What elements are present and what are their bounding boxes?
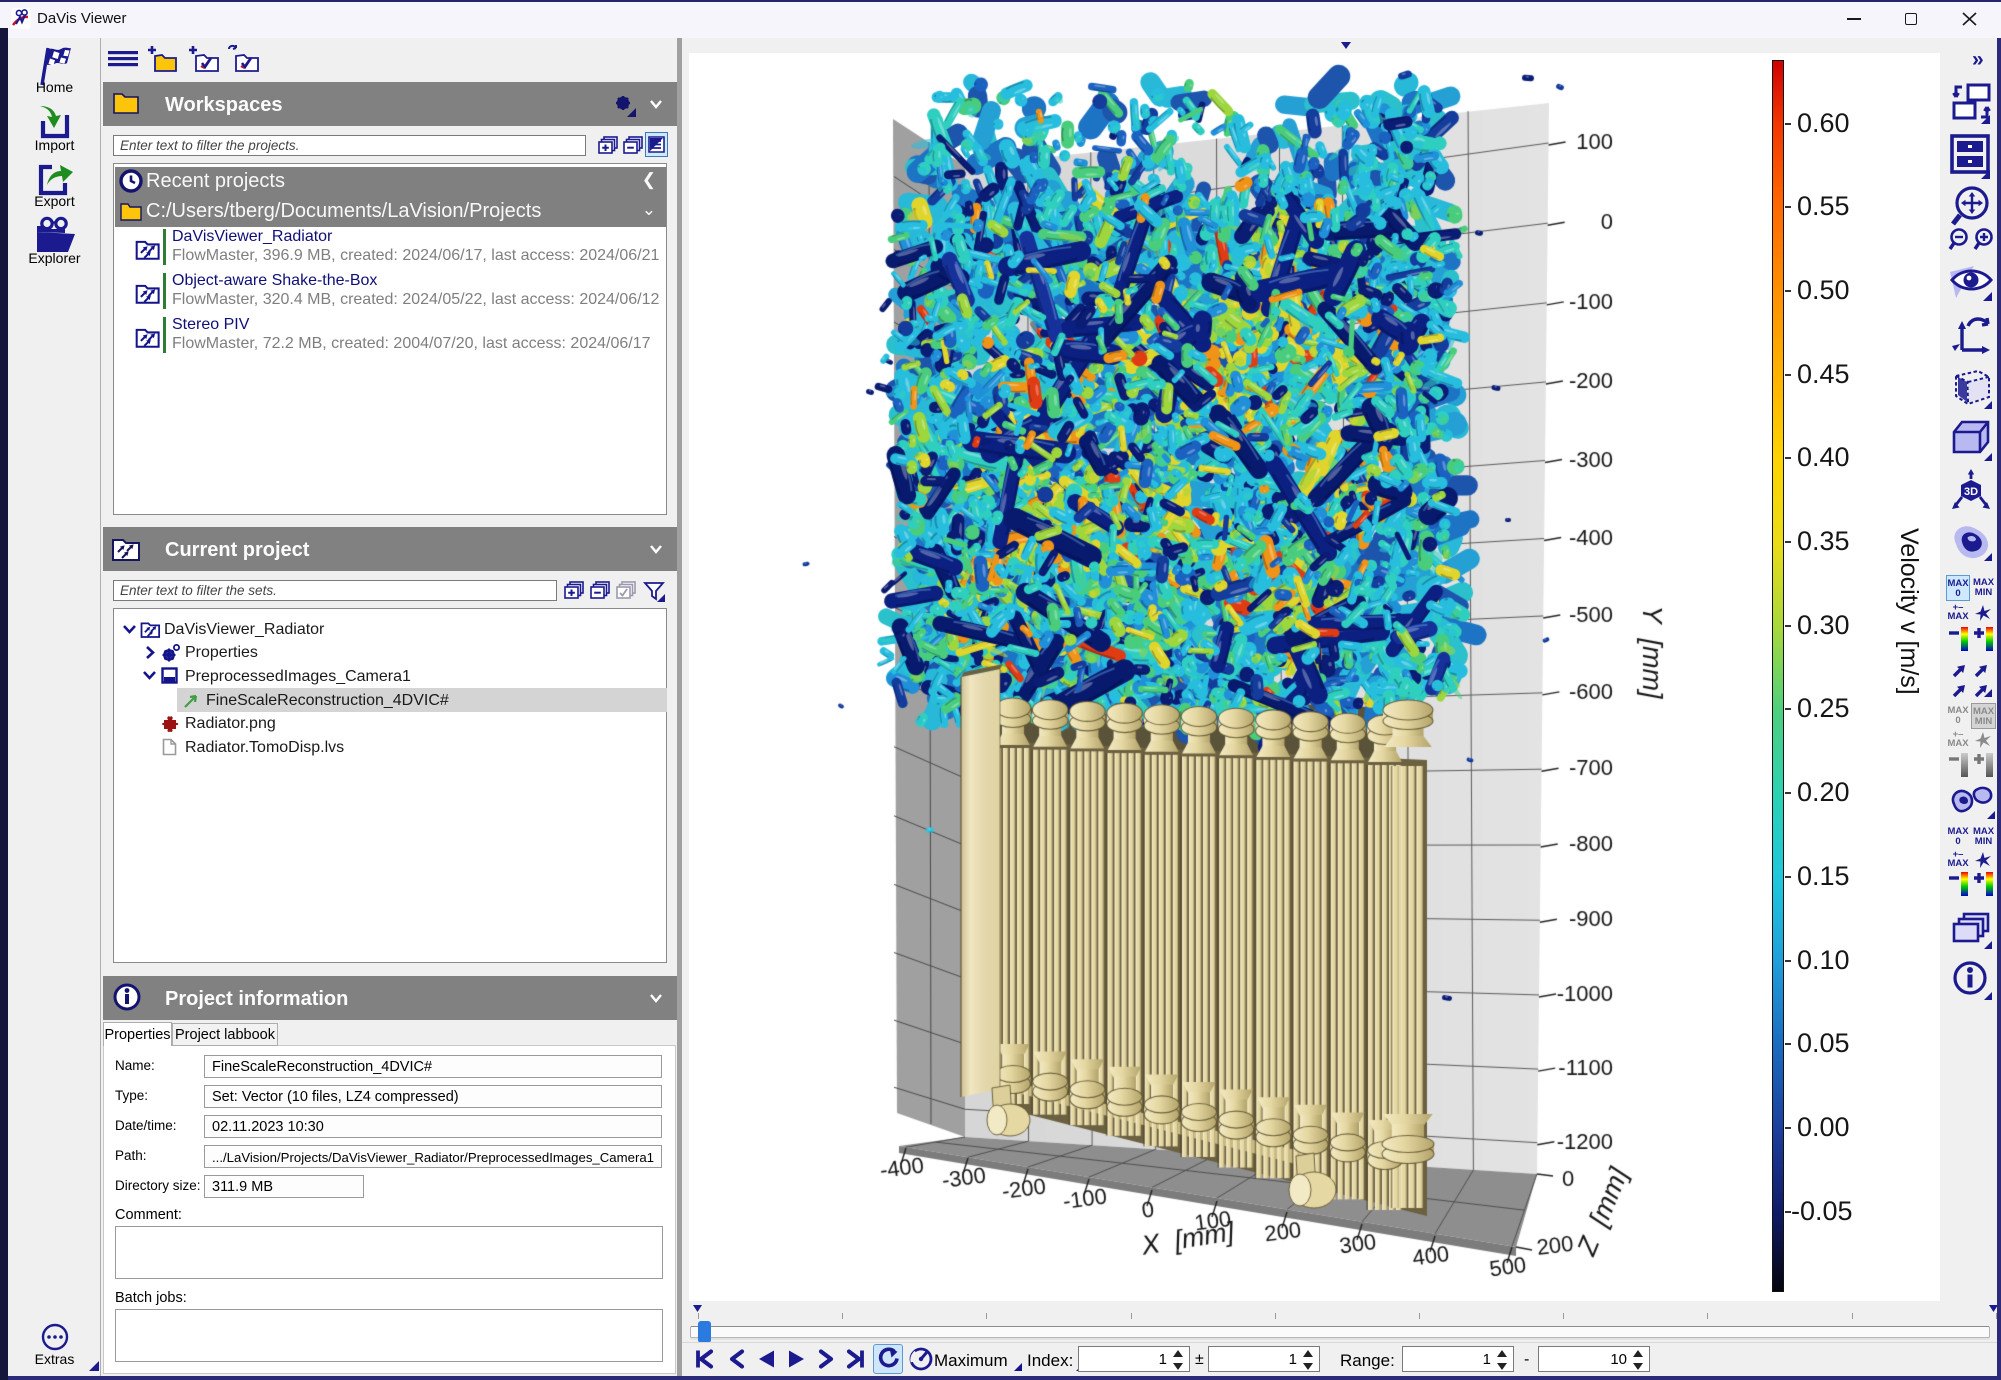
svg-text:3D: 3D	[1964, 486, 1978, 498]
